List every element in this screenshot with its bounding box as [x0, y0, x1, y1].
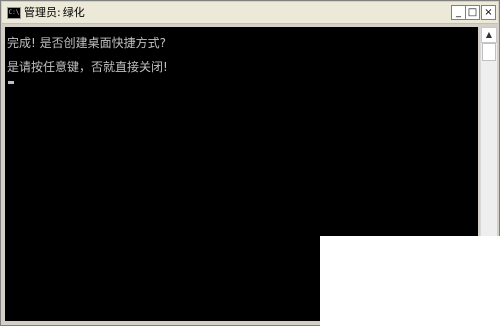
text-cursor: [8, 81, 14, 84]
console-line-instruction: 是请按任意键，否就直接关闭!: [7, 60, 168, 74]
console-line-prompt: 完成! 是否创建桌面快捷方式?: [7, 36, 166, 50]
maximize-button[interactable]: □: [465, 5, 480, 20]
title-name: 绿化: [62, 6, 85, 19]
scroll-thumb[interactable]: [482, 43, 496, 61]
minimize-button[interactable]: _: [451, 5, 466, 20]
blank-area: [320, 236, 500, 326]
close-button[interactable]: ×: [481, 5, 496, 20]
window-title: 管理员: 绿化: [24, 5, 85, 20]
title-prefix: 管理员:: [24, 6, 61, 19]
scroll-up-icon[interactable]: ▲: [481, 27, 497, 43]
console-icon[interactable]: C:\: [7, 7, 21, 19]
title-bar[interactable]: C:\ 管理员: 绿化 _ □ ×: [2, 2, 498, 24]
